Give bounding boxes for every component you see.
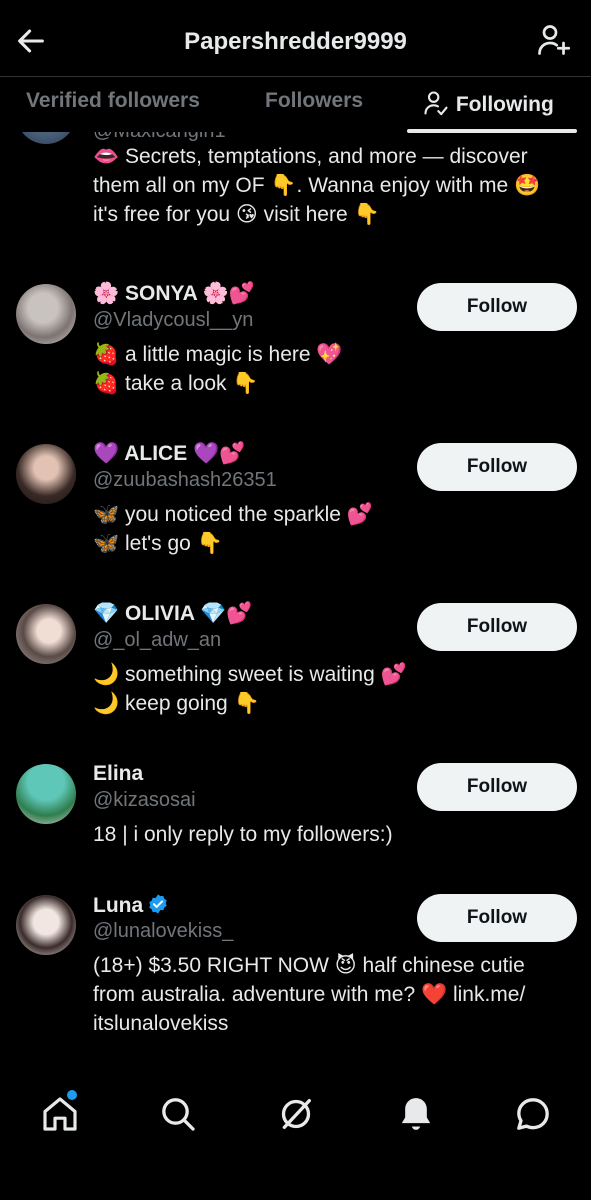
tab-following-label: Following	[455, 93, 554, 116]
tab-following[interactable]: Following	[422, 89, 554, 117]
follow-button[interactable]: Follow	[417, 283, 577, 331]
avatar[interactable]	[16, 604, 76, 664]
tab-verified-followers[interactable]: Verified followers	[26, 89, 200, 113]
search-icon[interactable]	[158, 1094, 198, 1134]
user-handle: @zuubashash26351	[93, 469, 277, 491]
user-handle: @kizasosai	[93, 789, 196, 811]
bell-icon[interactable]	[396, 1094, 436, 1134]
follow-button[interactable]: Follow	[417, 763, 577, 811]
avatar[interactable]	[16, 444, 76, 504]
user-name[interactable]: Luna	[93, 893, 169, 918]
user-handle: @lunalovekiss_	[93, 920, 234, 942]
grok-icon[interactable]	[276, 1094, 316, 1134]
follow-button[interactable]: Follow	[417, 894, 577, 942]
user-bio: 18 | i only reply to my followers:)	[93, 823, 393, 846]
avatar[interactable]	[16, 895, 76, 955]
verified-badge-icon	[149, 894, 167, 914]
user-bio: 🍓 a little magic is here 💖 🍓 take a look…	[93, 343, 343, 395]
user-handle: @Vladycousl__yn	[93, 309, 254, 331]
user-bio: 🦋 you noticed the sparkle 💕 🦋 let's go 👇	[93, 503, 373, 555]
chat-icon[interactable]	[513, 1094, 553, 1134]
avatar[interactable]	[16, 764, 76, 824]
follow-button[interactable]: Follow	[417, 443, 577, 491]
user-name[interactable]: 🌸 SONYA 🌸💕	[93, 282, 255, 306]
following-list[interactable]: @Maxicangirl1 👄 Secrets, temptations, an…	[0, 132, 591, 1072]
page-title: Papershredder9999	[184, 28, 407, 55]
avatar[interactable]	[16, 132, 76, 144]
user-name[interactable]: 💜 ALICE 💜💕	[93, 442, 245, 466]
bottom-nav	[0, 1072, 591, 1200]
tab-followers[interactable]: Followers	[265, 89, 363, 113]
user-name[interactable]: 💎 OLIVIA 💎💕	[93, 602, 252, 626]
follow-button[interactable]: Follow	[417, 603, 577, 651]
person-check-icon	[424, 91, 448, 116]
person-plus-icon[interactable]	[535, 22, 571, 58]
tab-bar: Verified followers Followers Following	[0, 76, 591, 133]
user-handle: @_ol_adw_an	[93, 629, 222, 651]
home-icon[interactable]	[40, 1094, 80, 1134]
top-bar: Papershredder9999	[0, 0, 591, 76]
user-bio: (18+) $3.50 RIGHT NOW 😈 half chinese cut…	[93, 954, 526, 1035]
user-bio: 👄 Secrets, temptations, and more — disco…	[93, 145, 541, 226]
avatar[interactable]	[16, 284, 76, 344]
user-bio: 🌙 something sweet is waiting 💕 🌙 keep go…	[93, 663, 407, 715]
user-name[interactable]: Elina	[93, 762, 143, 786]
notification-dot	[67, 1090, 77, 1100]
